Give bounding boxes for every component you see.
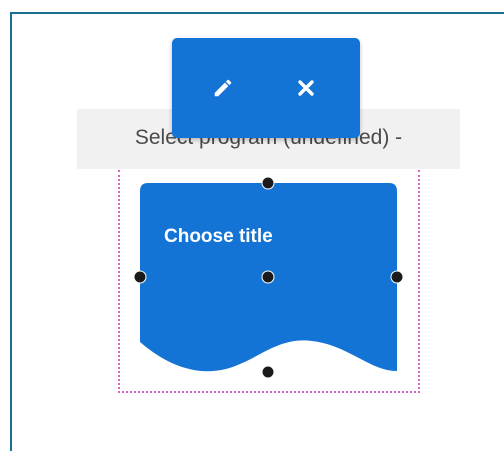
- close-icon: [298, 80, 314, 96]
- pencil-icon: [214, 79, 232, 97]
- resize-handle-bottom[interactable]: [261, 365, 275, 379]
- delete-button[interactable]: [284, 66, 328, 110]
- resize-handle-right[interactable]: [390, 270, 404, 284]
- resize-handle-left[interactable]: [133, 270, 147, 284]
- move-handle-center[interactable]: [261, 270, 275, 284]
- resize-handle-top[interactable]: [261, 176, 275, 190]
- shape-title[interactable]: Choose title: [164, 226, 273, 248]
- shape-toolbar: [172, 38, 360, 138]
- edit-button[interactable]: [201, 66, 245, 110]
- canvas-area[interactable]: Select program (undefined) - Choose titl…: [0, 0, 504, 451]
